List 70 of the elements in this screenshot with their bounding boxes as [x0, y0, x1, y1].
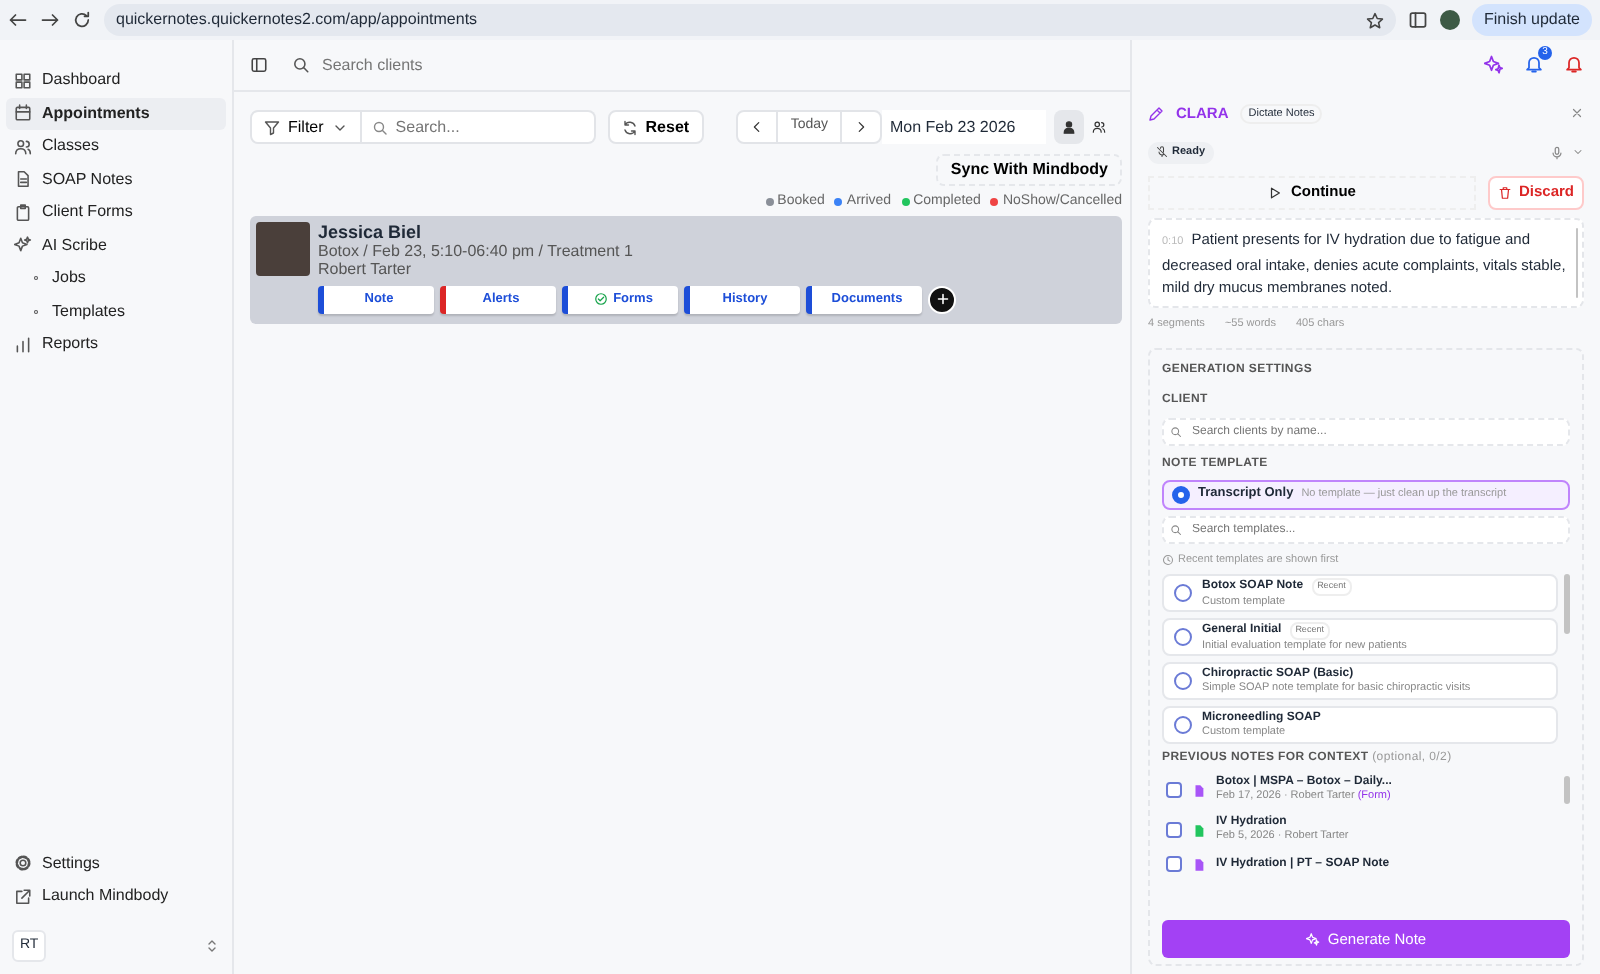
url-text: quickernotes.quickernotes2.com/app/appointments — [116, 8, 478, 32]
ai-sparkle-icon[interactable] — [1484, 54, 1504, 74]
sidebar-item[interactable]: Client Forms — [6, 196, 226, 229]
sparkle-icon — [14, 236, 32, 255]
dashboard-icon — [14, 71, 32, 90]
sync-button[interactable]: Sync With Mindbody — [936, 154, 1122, 186]
checkbox[interactable] — [1166, 856, 1182, 872]
trash-icon — [1498, 185, 1513, 199]
settings-icon — [14, 854, 32, 873]
search-icon — [371, 119, 388, 135]
notification-bell-icon[interactable] — [1524, 54, 1544, 74]
search-field[interactable]: Search clients — [318, 51, 558, 79]
add-button[interactable] — [928, 285, 956, 313]
clipboard-icon — [14, 203, 32, 222]
refresh-icon — [621, 119, 638, 135]
sidebar-item[interactable]: Jobs — [6, 262, 226, 295]
chevron-updown-icon[interactable] — [204, 937, 220, 954]
filter-button[interactable]: Filter — [250, 110, 362, 144]
play-icon — [1268, 185, 1283, 199]
sidebar-item[interactable]: SOAP Notes — [6, 163, 226, 196]
bar-chart-icon — [14, 335, 32, 354]
search-field[interactable]: Search... — [361, 110, 596, 144]
sidebar-item[interactable]: Templates — [6, 295, 226, 328]
sidebar-toggle-icon[interactable] — [250, 56, 268, 74]
people-icon — [14, 137, 32, 156]
chevron-right-icon — [854, 120, 868, 134]
reset-button[interactable]: Reset — [607, 110, 704, 144]
chevron-left-icon — [750, 120, 765, 134]
clock-icon — [1162, 553, 1174, 566]
single-view-button[interactable] — [1054, 110, 1084, 144]
provider-name: Robert Tarter — [318, 260, 414, 279]
dot-icon — [30, 305, 42, 318]
sidebar-item[interactable]: Appointments — [6, 97, 226, 130]
pen-icon — [1148, 105, 1164, 122]
date-field[interactable]: Mon Feb 23 2026 — [882, 110, 1046, 144]
microphone-icon[interactable] — [1550, 145, 1564, 160]
external-link-icon — [14, 887, 32, 906]
sparkle-icon — [1305, 932, 1320, 946]
calendar-icon — [14, 104, 32, 123]
sidebar-item[interactable]: Settings — [6, 847, 226, 880]
sidebar-item[interactable]: AI Scribe — [6, 229, 226, 262]
address-bar[interactable]: quickernotes.quickernotes2.com/app/appointments — [104, 4, 1396, 36]
back-icon[interactable] — [8, 10, 28, 30]
client-name: Jessica Biel — [318, 221, 424, 241]
star-icon[interactable] — [1365, 11, 1384, 29]
sidebar-item[interactable]: Classes — [6, 130, 226, 163]
mic-off-icon — [1156, 146, 1168, 159]
search-icon — [292, 56, 310, 74]
checkbox[interactable] — [1166, 822, 1182, 838]
filter-icon — [264, 119, 280, 135]
photo-placeholder — [256, 221, 310, 275]
forward-icon[interactable] — [40, 10, 60, 30]
update-button[interactable]: Finish update — [1471, 4, 1592, 36]
document-icon — [14, 170, 32, 189]
search-icon — [1170, 523, 1182, 536]
search-icon — [1170, 425, 1182, 438]
check-circle-icon — [593, 292, 608, 306]
close-icon[interactable] — [1570, 106, 1584, 121]
sidebar-item[interactable]: Reports — [6, 328, 226, 361]
avatar-circle[interactable] — [1439, 10, 1460, 30]
plus-icon — [933, 290, 951, 308]
alert-bell-icon[interactable] — [1564, 54, 1584, 74]
people-icon — [1092, 120, 1106, 134]
reload-icon[interactable] — [72, 10, 92, 30]
sidebar-item[interactable]: Dashboard — [6, 64, 226, 97]
sidebar-item[interactable]: Launch Mindbody — [6, 880, 226, 913]
person-icon — [1062, 120, 1076, 134]
dot-icon — [30, 272, 42, 285]
checkbox[interactable] — [1166, 782, 1182, 798]
appointment-details: Botox / Feb 23, 5:10-06:40 pm / Treatment 1 — [318, 241, 635, 260]
